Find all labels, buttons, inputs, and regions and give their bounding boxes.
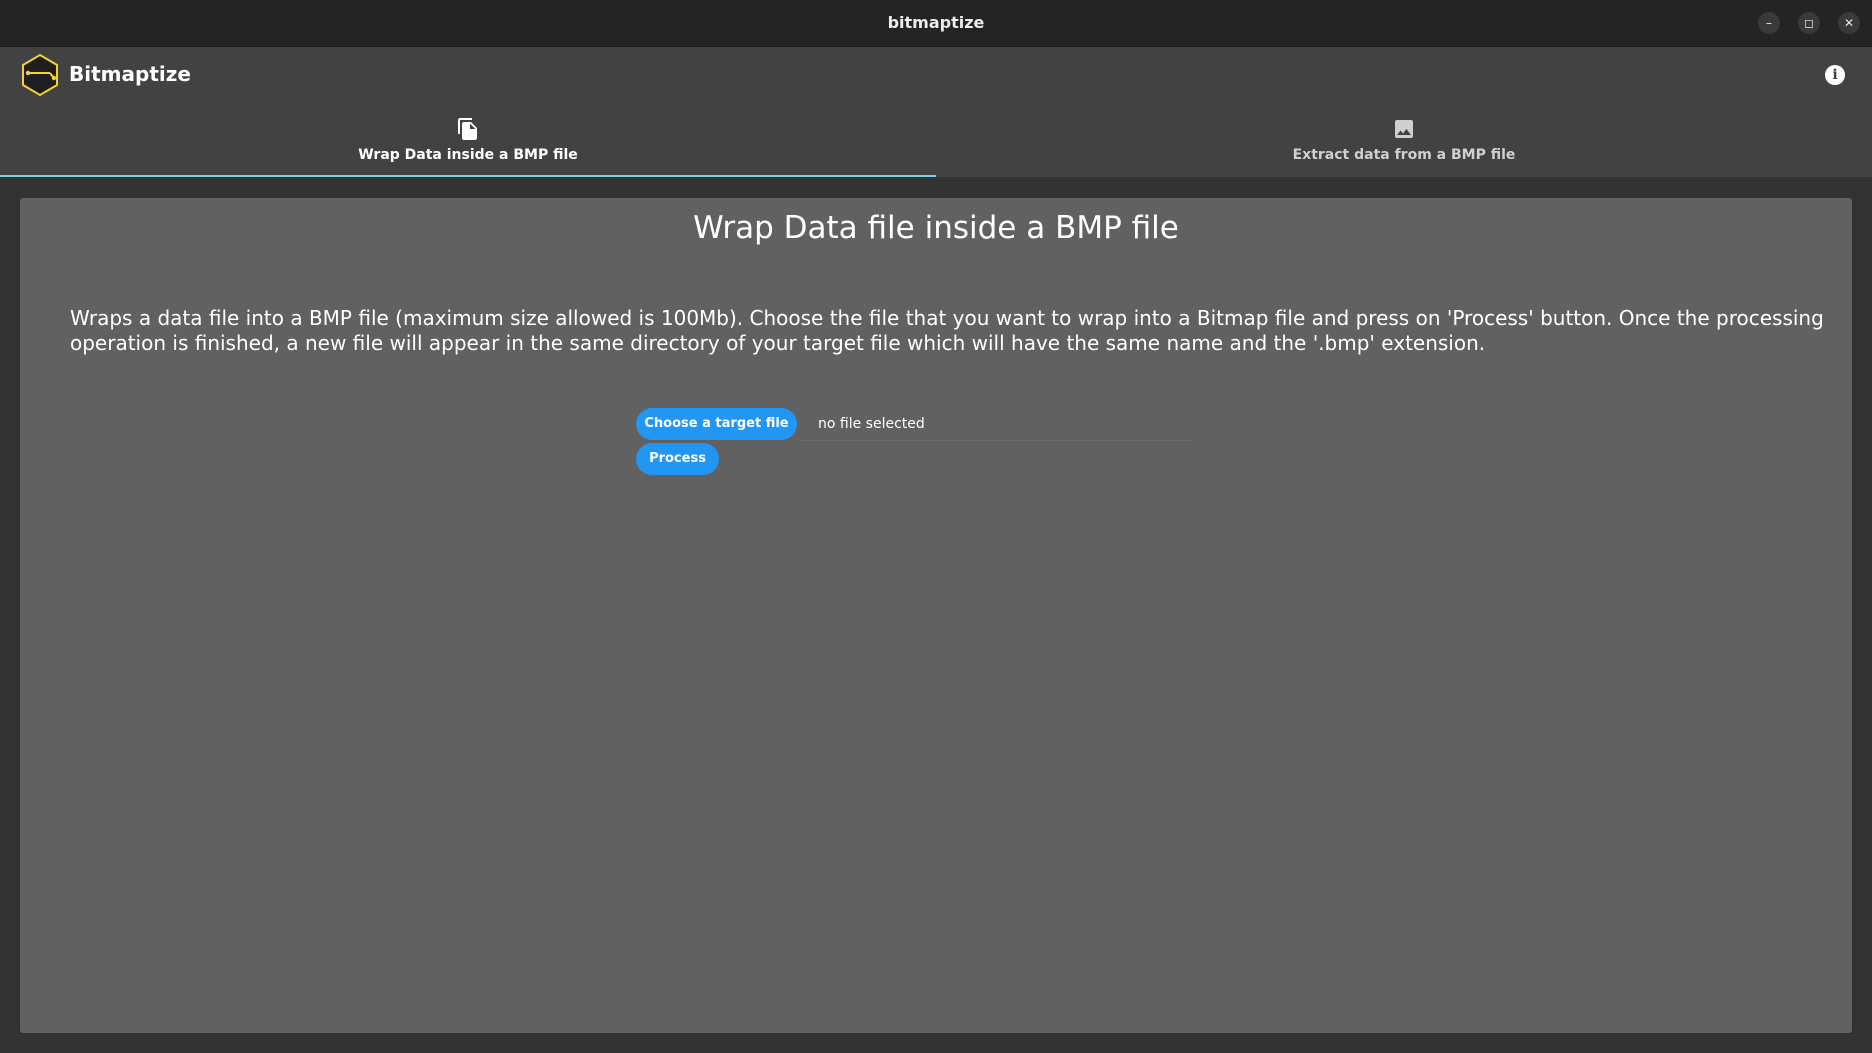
- panel-title: Wrap Data file inside a BMP file: [693, 210, 1179, 246]
- app-name: Bitmaptize: [69, 62, 191, 86]
- tab-extract-data-label: Extract data from a BMP file: [1292, 147, 1516, 163]
- app-window: bitmaptize – ◻ ✕ Bitmaptize i Wrap Data …: [0, 0, 1872, 1053]
- bitmaptize-logo-icon: [22, 53, 58, 97]
- tab-wrap-data[interactable]: Wrap Data inside a BMP file: [0, 109, 936, 177]
- selected-tab-indicator: [0, 175, 936, 177]
- tab-wrap-data-label: Wrap Data inside a BMP file: [358, 147, 578, 163]
- window-title: bitmaptize: [887, 13, 985, 32]
- tab-extract-data[interactable]: Extract data from a BMP file: [936, 109, 1872, 177]
- image-icon: [1395, 120, 1413, 138]
- minimize-button[interactable]: –: [1758, 12, 1780, 34]
- choose-target-file-button[interactable]: Choose a target file: [636, 408, 797, 440]
- wrap-data-panel: Wrap Data file inside a BMP file Wraps a…: [20, 198, 1852, 1033]
- info-icon[interactable]: i: [1825, 65, 1845, 85]
- title-bar: bitmaptize – ◻ ✕: [0, 0, 1872, 47]
- selected-file-status: no file selected: [800, 407, 1192, 441]
- process-button[interactable]: Process: [636, 443, 719, 475]
- close-button[interactable]: ✕: [1838, 12, 1860, 34]
- app-header: Bitmaptize i Wrap Data inside a BMP file…: [0, 47, 1872, 177]
- file-copy-icon: [458, 118, 477, 140]
- maximize-button[interactable]: ◻: [1798, 12, 1820, 34]
- panel-description: Wraps a data file into a BMP file (maxim…: [70, 306, 1824, 355]
